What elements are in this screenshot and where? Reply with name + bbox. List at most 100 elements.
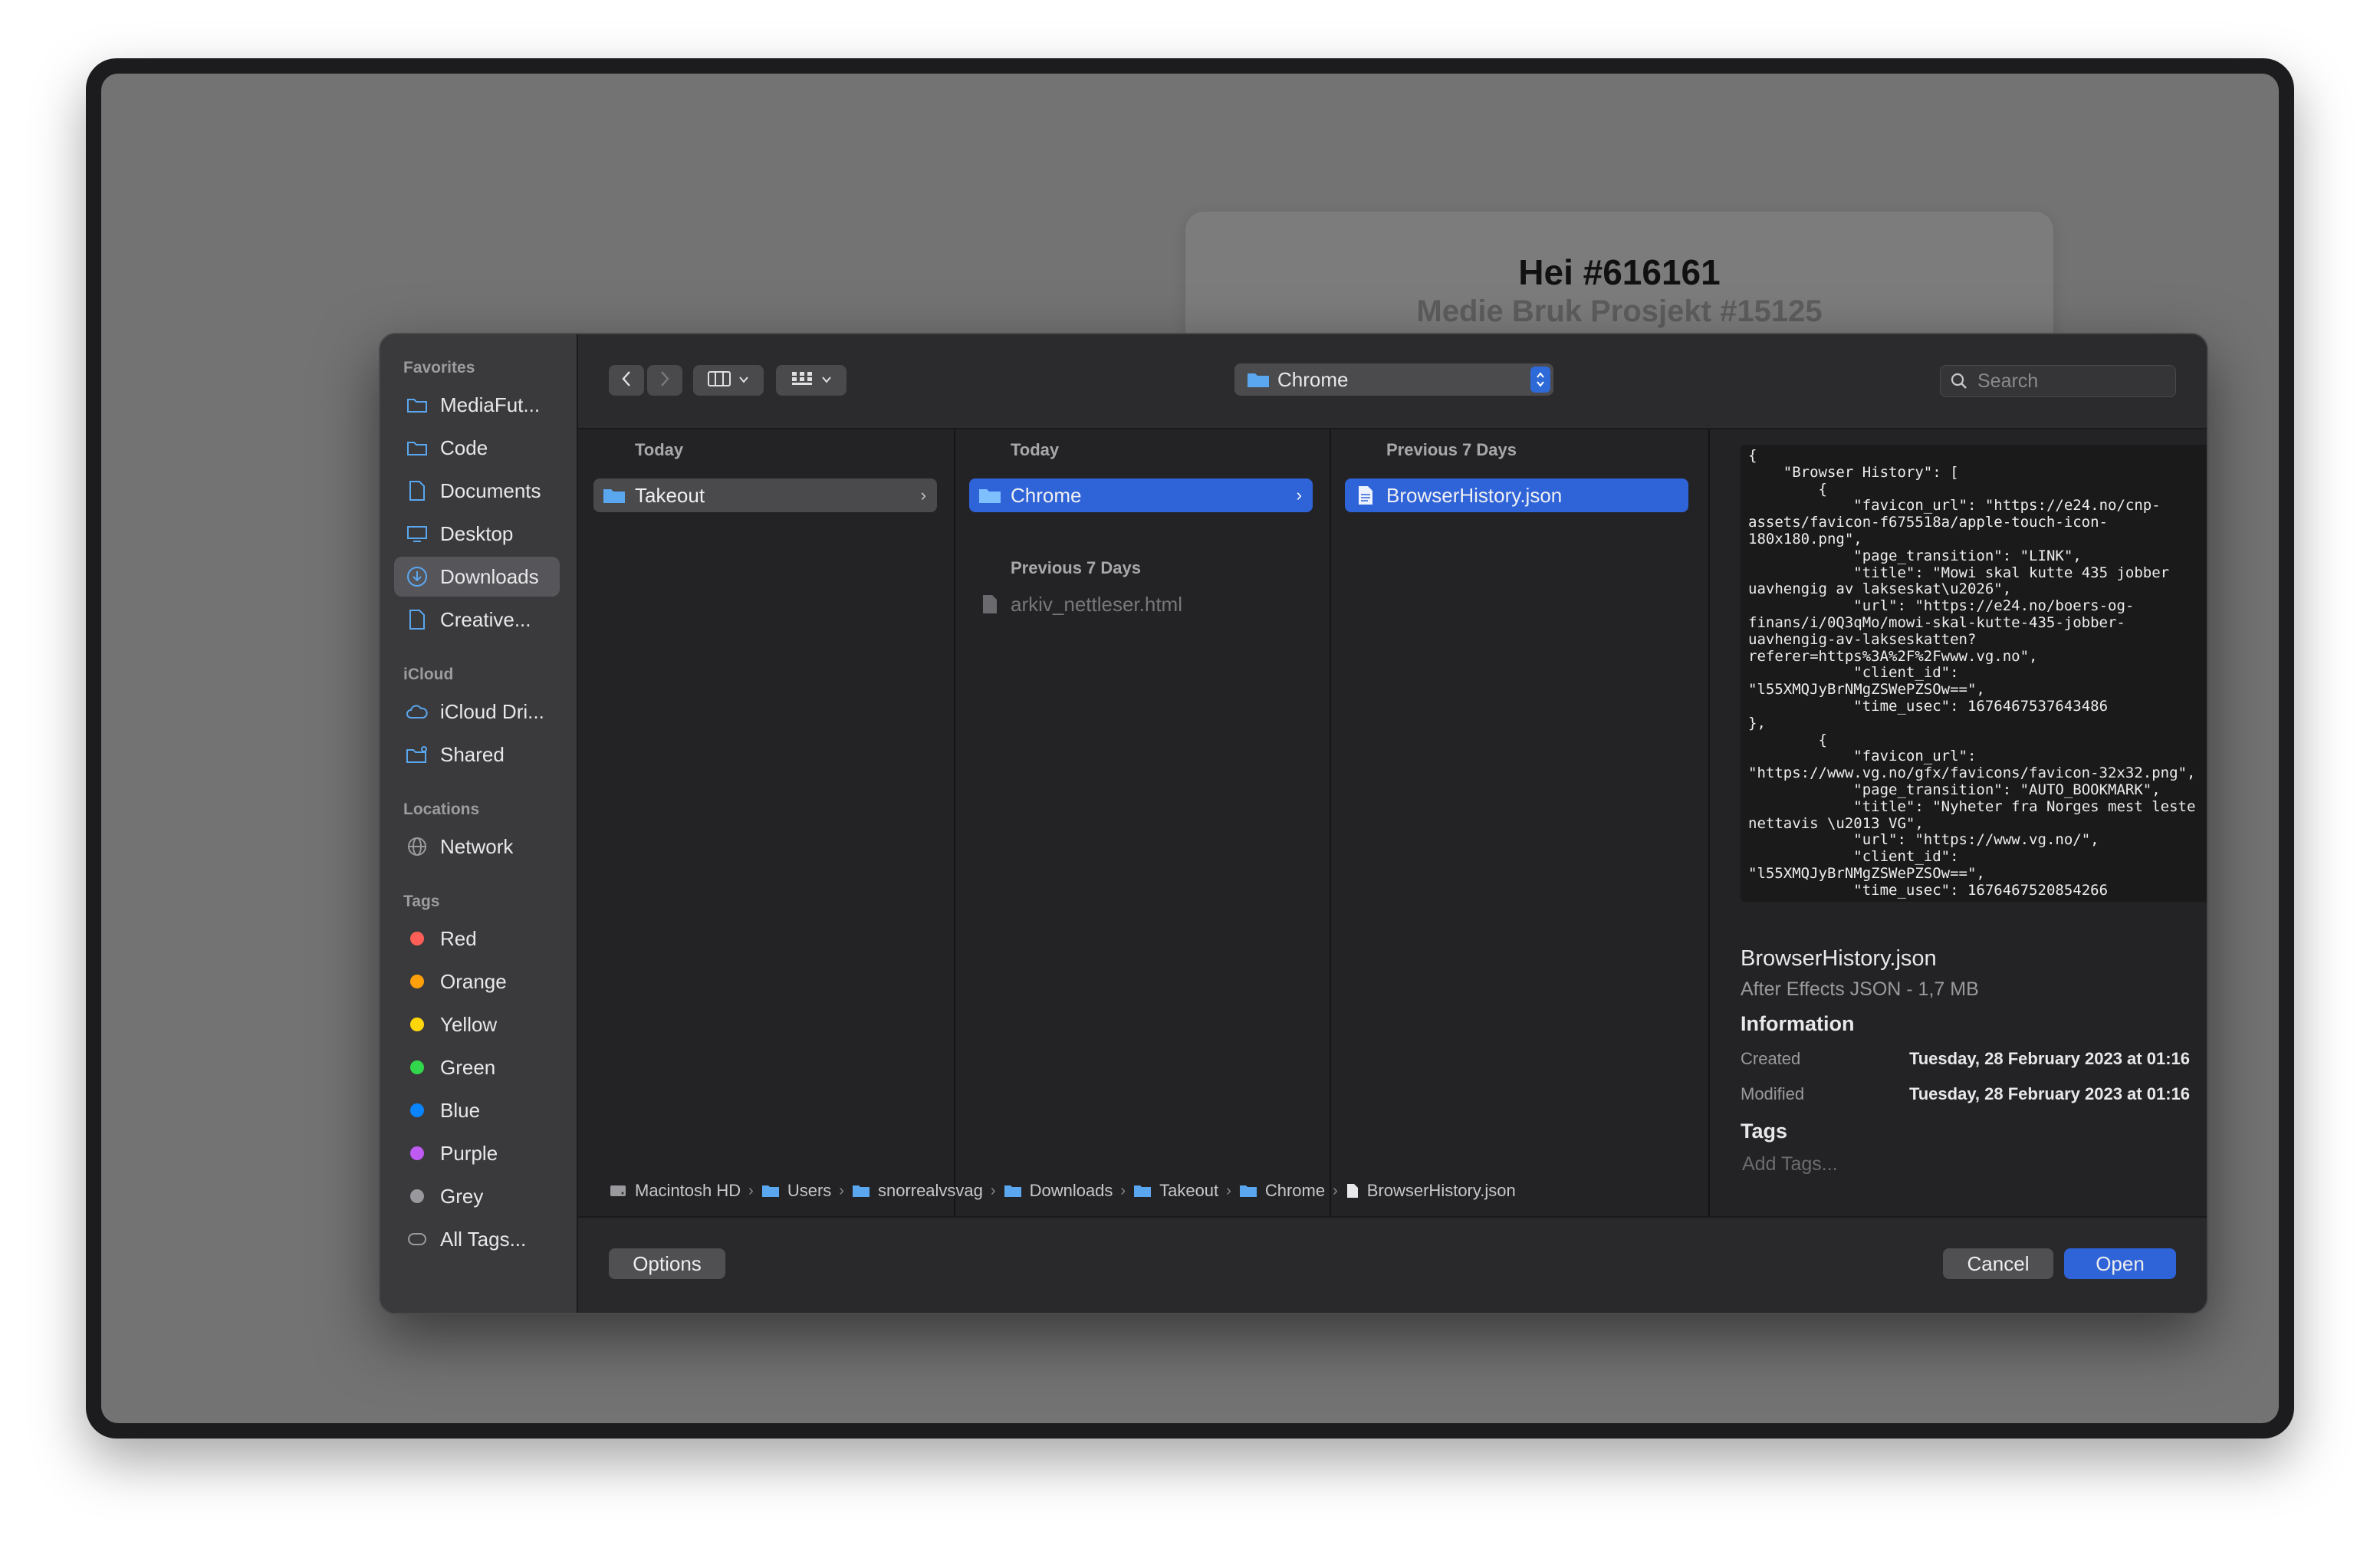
json-preview: { "Browser History": [ { "favicon_url": … [1741,445,2207,902]
sidebar-item-network[interactable]: Network [394,827,560,866]
list-item-browserhistory[interactable]: BrowserHistory.json [1345,478,1688,512]
background-title: Hei #616161 [1518,252,1721,292]
cloud-icon [405,699,429,724]
orange-tag-dot [405,969,429,994]
sidebar-header-icloud: iCloud [403,666,454,683]
sidebar-tag-purple[interactable]: Purple [394,1133,560,1173]
search-placeholder: Search [1977,370,2039,392]
breadcrumb-separator: › [1333,1182,1338,1199]
open-button[interactable]: Open [2064,1248,2176,1279]
sidebar-tag-orange[interactable]: Orange [394,962,560,1001]
cancel-button[interactable]: Cancel [1943,1248,2053,1279]
sidebar-item-creative[interactable]: Creative... [394,600,560,640]
search-field[interactable]: Search [1940,365,2176,397]
sidebar-item-desktop[interactable]: Desktop [394,514,560,554]
breadcrumb-item[interactable]: Chrome [1239,1181,1325,1201]
sidebar-item-mediafut[interactable]: MediaFut... [394,385,560,425]
document-icon [978,593,1001,616]
location-label: Chrome [1277,367,1349,391]
sidebar-item-downloads[interactable]: Downloads [394,557,560,597]
list-item-takeout[interactable]: Takeout › [593,478,937,512]
sidebar: Favorites MediaFut... Code Documents Des… [380,334,578,1313]
breadcrumb-separator: › [839,1182,844,1199]
breadcrumb-label: Users [787,1181,832,1200]
sidebar-item-label: Orange [440,969,507,993]
blue-tag-dot [405,1098,429,1123]
breadcrumb-item[interactable]: Takeout [1133,1181,1218,1201]
breadcrumb-label: Macintosh HD [635,1181,741,1200]
green-tag-dot [405,1055,429,1080]
folder-icon [1004,1183,1022,1199]
tag-color-dot [410,1060,424,1074]
display-frame: Hei #616161 Medie Bruk Prosjekt #15125 F… [86,58,2294,1439]
breadcrumb-separator: › [748,1182,754,1199]
sidebar-tag-grey[interactable]: Grey [394,1176,560,1216]
chevron-right-icon [659,370,670,391]
breadcrumb-item[interactable]: snorrealvsvag [852,1181,983,1201]
sidebar-tag-blue[interactable]: Blue [394,1090,560,1130]
bottom-bar: Options Cancel Open [578,1216,2207,1313]
sidebar-item-label: Red [440,926,477,950]
sidebar-item-label: MediaFut... [440,393,541,416]
breadcrumb-separator: › [1120,1182,1126,1199]
column-section-header: Previous 7 Days [1011,558,1141,577]
item-label: BrowserHistory.json [1386,483,1563,507]
folder-icon [978,484,1001,507]
sidebar-tag-yellow[interactable]: Yellow [394,1005,560,1044]
tag-color-dot [410,1103,424,1117]
breadcrumb-item[interactable]: Macintosh HD [609,1181,741,1201]
location-popup[interactable]: Chrome [1234,363,1553,396]
sidebar-item-label: Grey [440,1184,484,1208]
sidebar-item-documents[interactable]: Documents [394,471,560,511]
disk-icon [609,1183,627,1199]
sidebar-header-locations: Locations [403,801,480,818]
sidebar-item-label: Code [440,436,488,459]
add-tags-field[interactable]: Add Tags... [1742,1153,1838,1176]
options-button[interactable]: Options [609,1248,725,1279]
breadcrumb-label: BrowserHistory.json [1366,1181,1516,1200]
globe-icon [405,834,429,859]
item-label: Takeout [635,483,705,507]
preview-file-kind: After Effects JSON - 1,7 MB [1741,978,1979,1000]
modified-label: Modified [1741,1084,1805,1103]
column-section-header: Today [1011,440,1060,459]
sidebar-item-label: All Tags... [440,1227,527,1251]
folder-icon [1239,1183,1257,1199]
sidebar-all-tags[interactable]: All Tags... [394,1219,560,1259]
breadcrumb-item[interactable]: Users [761,1181,831,1201]
forward-button[interactable] [647,365,682,396]
document-icon [405,478,429,503]
chevron-down-icon [821,373,832,387]
back-button[interactable] [609,365,644,396]
tag-outline-icon [405,1227,429,1251]
sidebar-tag-red[interactable]: Red [394,919,560,958]
chevron-right-icon: › [920,485,926,505]
browser-main: Chrome Search Today Takeout › Today Chro… [578,334,2207,1313]
preview-tags-header: Tags [1741,1120,1788,1143]
tag-color-dot [410,975,424,988]
sidebar-item-code[interactable]: Code [394,428,560,468]
background-card: Hei #616161 Medie Bruk Prosjekt #15125 [1185,212,2053,350]
sidebar-item-icloud-drive[interactable]: iCloud Dri... [394,692,560,732]
chevron-down-icon [738,373,749,387]
group-button[interactable] [776,365,846,396]
column-section-header: Previous 7 Days [1386,440,1517,459]
sidebar-header-tags: Tags [403,893,440,910]
breadcrumb-item[interactable]: Downloads [1004,1181,1113,1201]
sidebar-tag-green[interactable]: Green [394,1047,560,1087]
sidebar-item-shared[interactable]: Shared [394,735,560,774]
grey-tag-dot [405,1184,429,1208]
list-item-arkiv-nettleser[interactable]: arkiv_nettleser.html [969,587,1313,621]
folder-icon [1247,370,1270,389]
item-label: arkiv_nettleser.html [1011,592,1182,616]
breadcrumb-item[interactable]: BrowserHistory.json [1346,1181,1516,1201]
breadcrumb-separator: › [990,1182,996,1199]
view-mode-button[interactable] [693,365,764,396]
list-item-chrome[interactable]: Chrome › [969,478,1313,512]
column-section-header: Today [635,440,684,459]
chevron-right-icon: › [1296,485,1302,505]
download-icon [405,564,429,589]
toolbar: Chrome Search [578,334,2207,429]
chevron-left-icon [621,370,632,391]
sidebar-item-label: Desktop [440,521,514,545]
